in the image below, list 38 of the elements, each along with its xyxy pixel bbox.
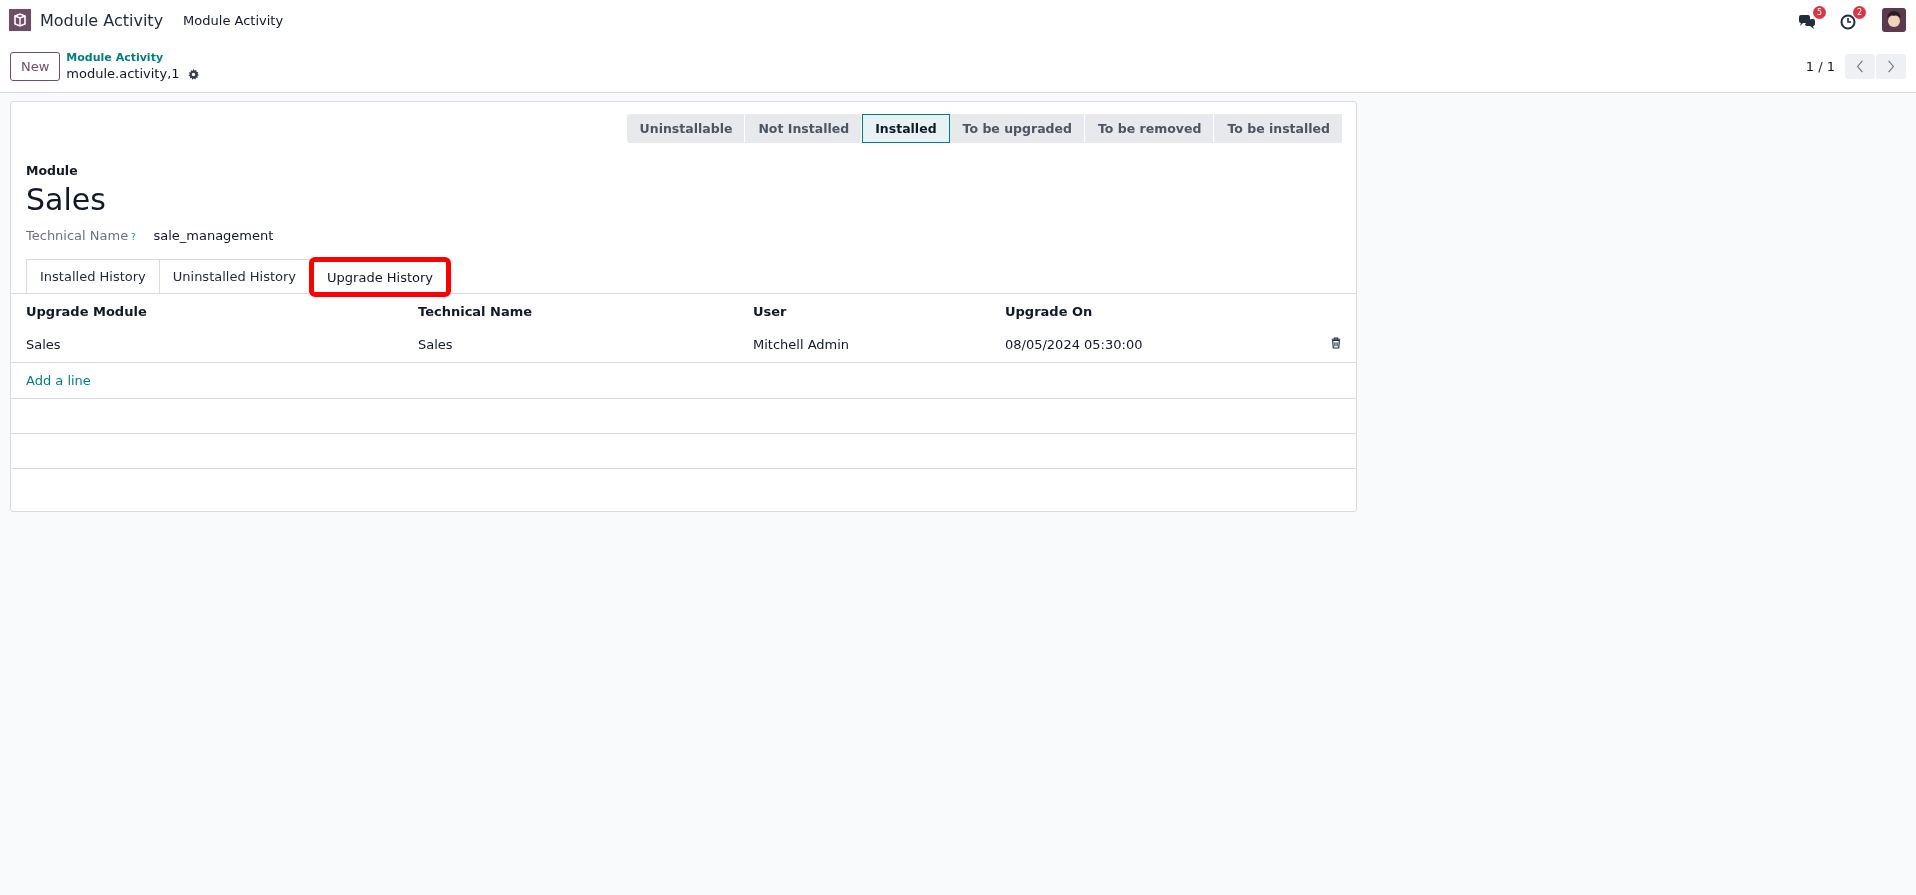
field-label: Technical Name bbox=[26, 228, 129, 243]
tab[interactable]: Uninstalled History bbox=[158, 259, 311, 293]
new-button[interactable]: New bbox=[10, 51, 61, 81]
notification-badge: 2 bbox=[1853, 6, 1866, 19]
tab[interactable]: Installed History bbox=[26, 259, 160, 293]
column-header[interactable]: Upgrade Module bbox=[11, 294, 403, 327]
notification-badge: 5 bbox=[1813, 6, 1826, 19]
table-cell: Mitchell Admin bbox=[738, 327, 990, 363]
clock-icon[interactable] bbox=[1840, 14, 1856, 30]
chevron-left-icon bbox=[1856, 59, 1864, 73]
table-cell: Sales bbox=[403, 327, 738, 363]
status-stage[interactable]: Uninstallable bbox=[626, 114, 746, 143]
column-header[interactable]: Upgrade On bbox=[990, 294, 1286, 327]
settings-icon[interactable] bbox=[187, 68, 199, 80]
avatar-icon[interactable] bbox=[1882, 8, 1906, 32]
column-header[interactable]: Technical Name bbox=[403, 294, 738, 327]
help-tooltip[interactable]: ? bbox=[131, 233, 136, 242]
chevron-right-icon bbox=[1887, 59, 1895, 73]
status-stage[interactable]: To be removed bbox=[1084, 114, 1215, 143]
pager-value: 1 / 1 bbox=[1805, 58, 1835, 74]
record-title: Sales bbox=[26, 182, 107, 218]
menu-item[interactable]: Module Activity bbox=[183, 12, 284, 28]
app-logo-icon[interactable] bbox=[9, 9, 31, 31]
chat-icon[interactable] bbox=[1798, 14, 1816, 30]
status-stage[interactable]: To be installed bbox=[1214, 114, 1343, 143]
status-stage[interactable]: Installed bbox=[862, 114, 950, 143]
breadcrumb-link[interactable]: Module Activity bbox=[66, 50, 199, 66]
column-header[interactable]: User bbox=[738, 294, 990, 327]
field-label: Module bbox=[26, 163, 79, 178]
table-cell: 08/05/2024 05:30:00 bbox=[990, 327, 1286, 363]
app-name[interactable]: Module Activity bbox=[40, 10, 164, 30]
record-name: module.activity,1 bbox=[66, 66, 180, 82]
status-stage[interactable]: To be upgraded bbox=[949, 114, 1085, 143]
add-line-link[interactable]: Add a line bbox=[26, 373, 91, 388]
table-cell: Sales bbox=[11, 327, 403, 363]
tab[interactable]: Upgrade History bbox=[309, 257, 452, 297]
delete-icon[interactable] bbox=[1331, 337, 1341, 349]
field-value: sale_management bbox=[153, 228, 274, 243]
